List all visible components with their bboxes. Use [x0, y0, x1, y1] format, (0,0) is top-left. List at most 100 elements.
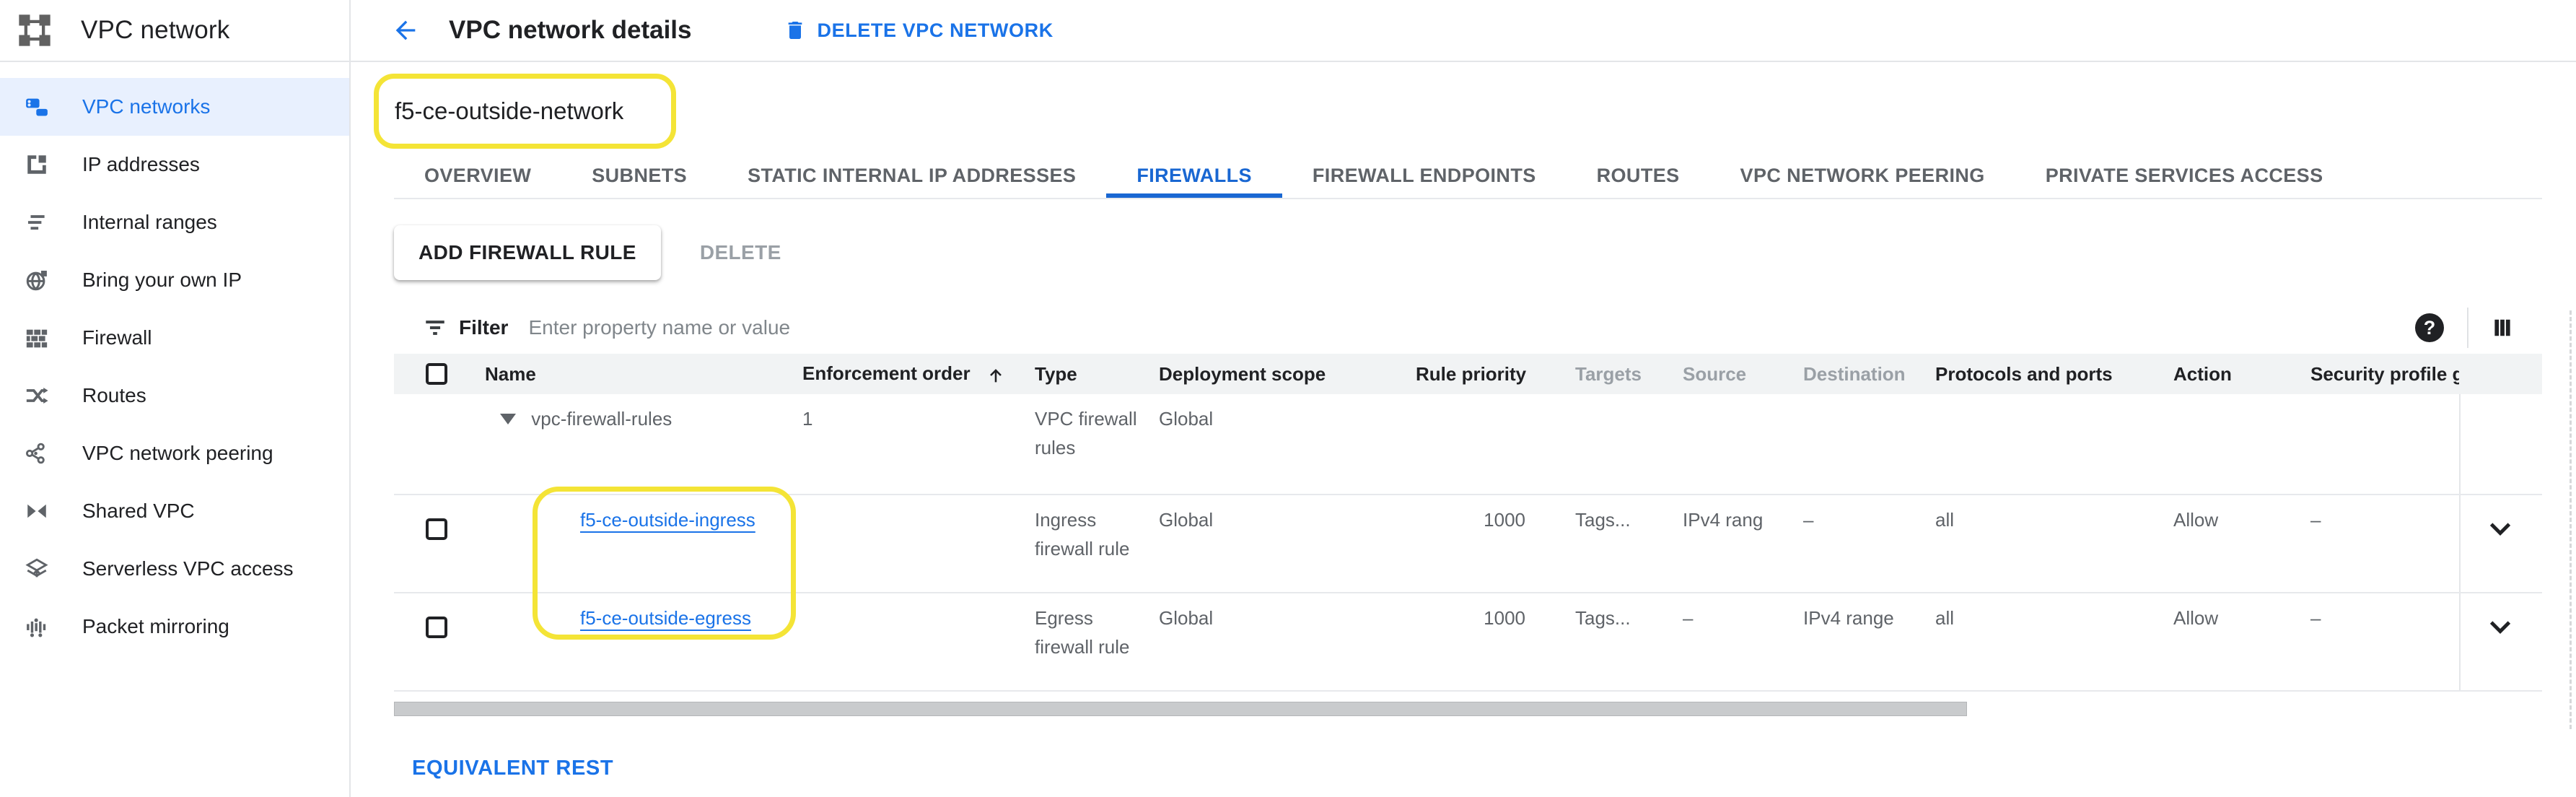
firewall-icon	[25, 326, 49, 350]
row-type-cell: Ingress firewall rule	[1032, 495, 1156, 592]
tab-routes[interactable]: ROUTES	[1567, 153, 1710, 198]
delete-vpc-network-button[interactable]: DELETE VPC NETWORK	[784, 19, 1053, 42]
routes-icon	[25, 383, 49, 408]
table-row-vpc-firewall-rules: vpc-firewall-rules 1 VPC firewall rules …	[394, 394, 2542, 495]
sidebar-item-serverless-vpc-access[interactable]: Serverless VPC access	[0, 540, 349, 598]
row-targets-cell	[1528, 394, 1680, 494]
equivalent-rest-link[interactable]: EQUIVALENT REST	[412, 757, 613, 780]
row-name-cell: f5-ce-outside-egress	[475, 593, 799, 690]
vpc-network-peering-icon	[25, 441, 49, 466]
row-protocols-cell: all	[1932, 495, 2170, 592]
delete-rule-button[interactable]: DELETE	[700, 241, 781, 264]
tab-overview[interactable]: OVERVIEW	[394, 153, 561, 198]
column-display-options-icon[interactable]	[2492, 316, 2513, 339]
row-protocols-cell	[1932, 394, 2170, 494]
row-deployment-scope-cell: Global	[1156, 495, 1413, 592]
column-header-protocols-and-ports: Protocols and ports	[1932, 363, 2170, 386]
back-button[interactable]	[391, 16, 420, 45]
row-type-cell: Egress firewall rule	[1032, 593, 1156, 690]
table-header-row: Name Enforcement order Type Deployment s…	[394, 354, 2542, 394]
sidebar-item-packet-mirroring[interactable]: Packet mirroring	[0, 598, 349, 656]
sidebar-item-label: IP addresses	[82, 153, 200, 176]
sort-ascending-icon	[986, 365, 1006, 386]
vpc-networks-icon	[25, 95, 49, 119]
sidebar-item-routes[interactable]: Routes	[0, 367, 349, 424]
sidebar-item-ip-addresses[interactable]: IP addresses	[0, 136, 349, 193]
expand-row-chevron-icon[interactable]	[2488, 619, 2513, 635]
tab-firewall-endpoints[interactable]: FIREWALL ENDPOINTS	[1282, 153, 1567, 198]
network-name-highlight-annotation: f5-ce-outside-network	[374, 74, 676, 149]
serverless-vpc-access-icon	[25, 557, 49, 581]
column-header-name: Name	[475, 363, 799, 386]
arrow-back-icon	[391, 16, 420, 45]
row-targets-cell: Tags...	[1528, 495, 1680, 592]
tab-static-internal-ip-addresses[interactable]: STATIC INTERNAL IP ADDRESSES	[717, 153, 1106, 198]
sidebar-item-firewall[interactable]: Firewall	[0, 309, 349, 367]
sidebar-item-bring-your-own-ip[interactable]: Bring your own IP	[0, 251, 349, 309]
filter-icon	[423, 315, 447, 340]
column-header-label: Enforcement order	[802, 362, 971, 384]
table-row-f5-ce-outside-ingress: f5-ce-outside-ingress Ingress firewall r…	[394, 495, 2542, 593]
row-name-cell: f5-ce-outside-ingress	[475, 495, 799, 592]
sidebar-item-label: VPC network peering	[82, 442, 273, 465]
shared-vpc-icon	[25, 499, 49, 523]
tab-bar: OVERVIEW SUBNETS STATIC INTERNAL IP ADDR…	[394, 153, 2542, 199]
row-source-cell: –	[1680, 593, 1800, 690]
row-type-cell: VPC firewall rules	[1032, 394, 1156, 494]
ip-addresses-icon	[25, 152, 49, 177]
firewall-rule-link-egress[interactable]: f5-ce-outside-egress	[580, 607, 751, 629]
toolbar-right: ?	[2415, 308, 2542, 348]
help-icon[interactable]: ?	[2415, 313, 2444, 342]
tab-private-services-access[interactable]: PRIVATE SERVICES ACCESS	[2015, 153, 2354, 198]
column-header-security-profile-groups: Security profile groups	[2308, 363, 2459, 386]
row-rule-priority-cell	[1413, 394, 1528, 494]
row-destination-cell: IPv4 range	[1800, 593, 1932, 690]
main-panel: VPC network details DELETE VPC NETWORK f…	[351, 0, 2576, 797]
sidebar-item-label: Firewall	[82, 326, 152, 349]
group-name[interactable]: vpc-firewall-rules	[531, 408, 672, 430]
firewall-table-region: Filter ?	[394, 302, 2542, 716]
row-expand-cell	[2459, 394, 2541, 494]
filter-input[interactable]	[528, 316, 2415, 339]
row-checkbox[interactable]	[426, 617, 447, 638]
row-security-profile-cell	[2308, 394, 2459, 494]
actions-row: ADD FIREWALL RULE DELETE	[394, 225, 2542, 280]
filter-button[interactable]: Filter	[394, 315, 508, 340]
row-enforcement-order-cell	[799, 495, 1032, 592]
row-name-cell: vpc-firewall-rules	[475, 394, 799, 494]
row-enforcement-order-cell	[799, 593, 1032, 690]
sidebar-item-vpc-network-peering[interactable]: VPC network peering	[0, 424, 349, 482]
app-title: VPC network	[81, 16, 229, 45]
column-header-targets: Targets	[1528, 363, 1680, 386]
tab-vpc-network-peering[interactable]: VPC NETWORK PEERING	[1710, 153, 2015, 198]
row-deployment-scope-cell: Global	[1156, 394, 1413, 494]
page-header: VPC network details DELETE VPC NETWORK	[351, 0, 2576, 62]
select-all-checkbox[interactable]	[426, 363, 447, 385]
sidebar-header: VPC network	[0, 0, 349, 62]
row-source-cell	[1680, 394, 1800, 494]
row-action-cell	[2170, 394, 2308, 494]
row-rule-priority-cell: 1000	[1413, 593, 1528, 690]
add-firewall-rule-button[interactable]: ADD FIREWALL RULE	[394, 225, 661, 280]
tab-firewalls[interactable]: FIREWALLS	[1106, 153, 1282, 198]
row-checkbox[interactable]	[426, 518, 447, 540]
firewall-rule-link-ingress[interactable]: f5-ce-outside-ingress	[580, 509, 755, 531]
header-checkbox-cell	[394, 363, 475, 385]
sidebar-item-internal-ranges[interactable]: Internal ranges	[0, 193, 349, 251]
vpc-network-product-icon	[16, 12, 53, 49]
column-header-enforcement-order[interactable]: Enforcement order	[799, 362, 1032, 385]
sidebar-item-vpc-networks[interactable]: VPC networks	[0, 78, 349, 136]
row-source-cell: IPv4 rang	[1680, 495, 1800, 592]
horizontal-scrollbar-thumb[interactable]	[394, 702, 1967, 716]
delete-vpc-network-label: DELETE VPC NETWORK	[817, 19, 1053, 42]
page-scrollbar[interactable]	[2570, 310, 2572, 729]
column-header-deployment-scope: Deployment scope	[1156, 363, 1413, 386]
column-header-action: Action	[2170, 363, 2308, 386]
expand-row-chevron-icon[interactable]	[2488, 521, 2513, 537]
packet-mirroring-icon	[25, 614, 49, 639]
network-name: f5-ce-outside-network	[395, 97, 623, 125]
sidebar-item-shared-vpc[interactable]: Shared VPC	[0, 482, 349, 540]
collapse-group-icon[interactable]	[500, 414, 516, 424]
tab-subnets[interactable]: SUBNETS	[561, 153, 717, 198]
row-security-profile-cell: –	[2308, 495, 2459, 592]
